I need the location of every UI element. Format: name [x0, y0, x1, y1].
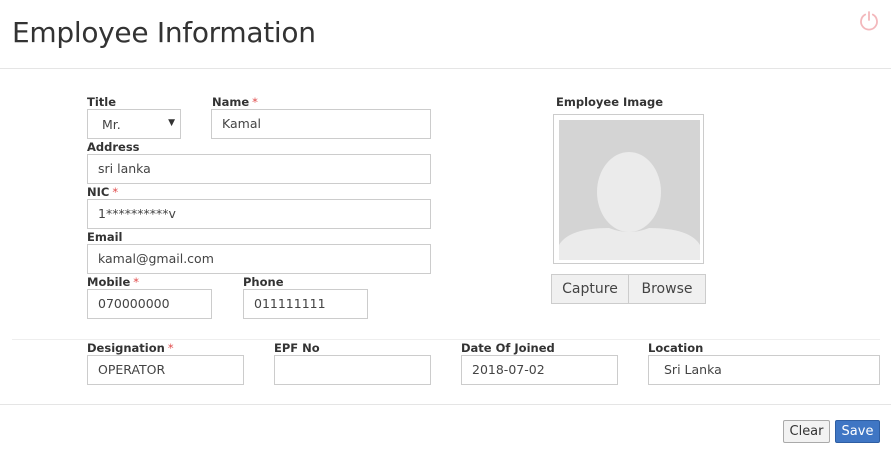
- capture-button[interactable]: Capture: [552, 275, 628, 303]
- date-joined-field[interactable]: 2018-07-02: [461, 355, 618, 385]
- page-title: Employee Information: [12, 16, 316, 49]
- nic-field[interactable]: 1**********v: [87, 199, 431, 229]
- location-field[interactable]: Sri Lanka: [648, 355, 880, 385]
- required-marker: *: [252, 95, 258, 109]
- employee-image-frame: [553, 114, 704, 264]
- chevron-down-icon: ▼: [168, 118, 175, 128]
- title-select[interactable]: Mr. ▼: [87, 109, 181, 139]
- designation-field[interactable]: OPERATOR: [87, 355, 244, 385]
- required-marker: *: [167, 341, 174, 355]
- epf-label: EPF No: [274, 341, 320, 355]
- name-field[interactable]: Kamal: [211, 109, 431, 139]
- required-marker: *: [133, 275, 140, 289]
- designation-label: Designation *: [87, 341, 174, 355]
- name-label: Name *: [212, 95, 258, 109]
- epf-field[interactable]: [274, 355, 431, 385]
- modal-header: Employee Information: [0, 0, 891, 69]
- section-divider: [12, 339, 880, 340]
- location-label: Location: [648, 341, 704, 355]
- avatar-placeholder-icon: [559, 120, 700, 260]
- employee-image-label: Employee Image: [556, 95, 664, 109]
- phone-label: Phone: [243, 275, 284, 289]
- address-field[interactable]: sri lanka: [87, 154, 431, 184]
- power-icon[interactable]: [858, 10, 880, 32]
- footer-divider: [0, 404, 891, 405]
- title-label: Title: [87, 95, 117, 109]
- required-marker: *: [112, 185, 119, 199]
- address-label: Address: [87, 140, 140, 154]
- email-field[interactable]: kamal@gmail.com: [87, 244, 431, 274]
- nic-label: NIC *: [87, 185, 119, 199]
- email-label: Email: [87, 230, 123, 244]
- save-button[interactable]: Save: [835, 420, 880, 443]
- phone-field[interactable]: 011111111: [243, 289, 368, 319]
- date-joined-label: Date Of Joined: [461, 341, 555, 355]
- title-select-value: Mr.: [102, 117, 121, 132]
- clear-button[interactable]: Clear: [783, 420, 830, 443]
- browse-button[interactable]: Browse: [628, 275, 705, 303]
- mobile-label: Mobile *: [87, 275, 140, 289]
- mobile-field[interactable]: 070000000: [87, 289, 212, 319]
- image-button-group: Capture Browse: [551, 274, 706, 304]
